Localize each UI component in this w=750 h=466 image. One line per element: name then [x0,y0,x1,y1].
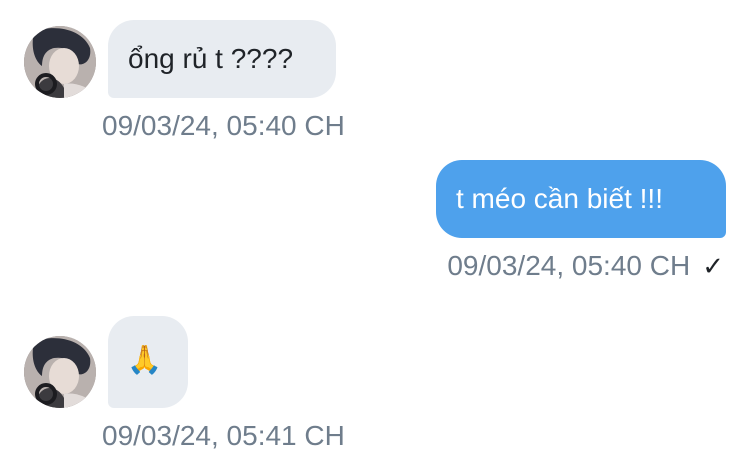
message-timestamp: 09/03/24, 05:40 CH ✓ [447,250,724,281]
message-timestamp: 09/03/24, 05:40 CH [102,110,345,141]
message-timestamp: 09/03/24, 05:41 CH [102,420,345,451]
check-icon: ✓ [702,251,724,281]
message-bubble-incoming[interactable]: ổng rủ t ???? [108,20,336,98]
message-text: ổng rủ t ???? [128,43,294,74]
contact-avatar[interactable] [24,26,96,98]
message-text: t méo cần biết !!! [456,183,663,214]
message-bubble-outgoing[interactable]: t méo cần biết !!! [436,160,726,238]
message-text: 🙏 [127,344,162,375]
contact-avatar[interactable] [24,336,96,408]
chat-thread: ổng rủ t ???? 09/03/24, 05:40 CH t méo c… [0,0,750,466]
message-bubble-incoming[interactable]: 🙏 [108,316,188,408]
